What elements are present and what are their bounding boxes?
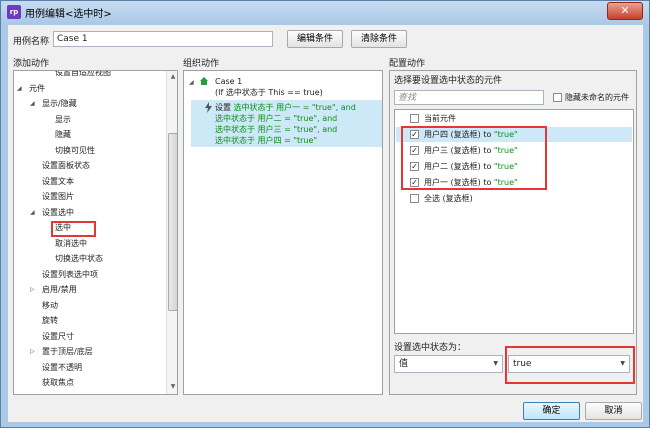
window-title: 用例编辑<选中时> [25, 9, 112, 20]
widget-checkbox[interactable] [410, 114, 419, 123]
value-type-value: 值 [399, 359, 409, 369]
case-condition: (If 选中状态于 This == true) [215, 88, 323, 97]
widget-label: 全选 (复选框) [424, 193, 473, 204]
organize-actions-header: 组织动作 [183, 59, 220, 69]
cancel-button[interactable]: 取消 [585, 402, 642, 420]
action-row[interactable]: 设置 选中状态于 用户一 = "true", and 选中状态于 用户二 = "… [191, 100, 382, 147]
add-action-item[interactable]: 获取焦点 [42, 377, 74, 388]
add-action-item[interactable]: 设置文本 [42, 176, 74, 187]
add-action-item[interactable]: 启用/禁用 [42, 284, 77, 295]
add-action-item[interactable]: 设置面板状态 [42, 160, 90, 171]
chevron-down-icon: ▼ [493, 360, 498, 367]
add-action-item[interactable]: 显示/隐藏 [42, 98, 77, 109]
add-action-item[interactable]: 显示 [55, 114, 71, 125]
add-action-item[interactable]: 置于顶层/底层 [42, 346, 93, 357]
set-state-label: 设置选中状态为： [394, 343, 467, 353]
add-actions-header: 添加动作 [13, 59, 50, 69]
widget-label: 当前元件 [424, 113, 456, 124]
lightning-icon [204, 102, 213, 113]
action-line: 选中状态于 用户二 = "true", and [215, 114, 338, 123]
tree-toggle-icon[interactable]: ◢ [30, 100, 35, 107]
add-action-item[interactable]: 设置自适应视图 [55, 71, 111, 78]
case-title[interactable]: Case 1 [215, 76, 242, 87]
search-input[interactable]: 查找 [394, 90, 544, 105]
add-action-item[interactable]: 切换选中状态 [55, 253, 103, 264]
scroll-thumb[interactable] [168, 133, 177, 311]
app-icon: rp [7, 5, 21, 19]
add-action-item[interactable]: 设置列表选中项 [42, 269, 98, 280]
add-action-item[interactable]: 元件 [29, 83, 45, 94]
widget-list: 当前元件 ✓ 用户四 (复选框) to "true" ✓ 用户三 (复选框) to "t… [394, 109, 634, 334]
case-expand-icon[interactable]: ◢ [189, 79, 194, 86]
add-action-item[interactable]: 设置尺寸 [42, 331, 74, 342]
add-action-item[interactable]: 旋转 [42, 315, 58, 326]
value-highlight [505, 346, 635, 384]
case-icon [199, 76, 209, 86]
add-action-item[interactable]: 设置选中 [42, 207, 74, 218]
add-action-item[interactable]: 取消选中 [55, 238, 87, 249]
organize-actions-tree: ◢ Case 1 (If 选中状态于 This == true) 设置 选中状态… [183, 70, 383, 395]
action-text-line-1: 设置 选中状态于 用户一 = "true", and [215, 102, 356, 113]
widget-name: 全选 (复选框) [424, 194, 473, 203]
selected-action-highlight [51, 221, 96, 237]
add-action-item[interactable]: 移动 [42, 300, 58, 311]
value-type-select[interactable]: 值 ▼ [394, 355, 503, 373]
tree-toggle-icon[interactable]: ◢ [30, 209, 35, 216]
add-action-item[interactable]: 隐藏 [55, 129, 71, 140]
tree-scrollbar[interactable]: ▲ ▼ [166, 71, 177, 394]
scroll-down-icon[interactable]: ▼ [167, 383, 177, 390]
add-actions-tree: 设置自适应视图 ◢ 元件 ◢ 显示/隐藏显示隐藏切换可见性设置面板状态 设置文本设置图片 ◢… [13, 70, 178, 395]
case-name-label: 用例名称 [13, 37, 50, 47]
dialog-body: 用例名称 Case 1 编辑条件 清除条件 添加动作 组织动作 配置动作 设置自… [8, 25, 643, 422]
close-button[interactable]: ✕ [607, 2, 643, 20]
tree-toggle-icon[interactable]: ◢ [17, 85, 22, 92]
action-line: 选中状态于 用户一 = "true", and [233, 103, 356, 112]
hide-unnamed-label: 隐藏未命名的元件 [565, 93, 629, 102]
add-action-item[interactable]: 设置图片 [42, 191, 74, 202]
checked-widgets-highlight [401, 126, 547, 190]
widget-checkbox[interactable] [410, 194, 419, 203]
tree-toggle-icon[interactable]: ▷ [30, 348, 35, 355]
ok-button[interactable]: 确定 [523, 402, 580, 420]
configure-actions-panel: 选择要设置选中状态的元件 查找 隐藏未命名的元件 当前元件 ✓ 用户四 (复选框) … [389, 70, 637, 395]
dialog-window: rp 用例编辑<选中时> ✕ 用例名称 Case 1 编辑条件 清除条件 添加动… [0, 0, 650, 428]
action-prefix: 设置 [215, 103, 231, 112]
add-action-item[interactable]: 切换可见性 [55, 145, 95, 156]
hide-unnamed-checkbox[interactable] [553, 93, 562, 102]
configure-actions-header: 配置动作 [389, 59, 426, 69]
case-name-input[interactable]: Case 1 [53, 31, 273, 47]
title-bar[interactable]: rp 用例编辑<选中时> ✕ [1, 1, 649, 23]
action-line: 选中状态于 用户三 = "true", and [215, 125, 338, 134]
scroll-up-icon[interactable]: ▲ [167, 73, 177, 80]
edit-condition-button[interactable]: 编辑条件 [287, 30, 343, 48]
add-action-item[interactable]: 设置不透明 [42, 362, 82, 373]
clear-condition-button[interactable]: 清除条件 [351, 30, 407, 48]
widget-name: 当前元件 [424, 114, 456, 123]
action-line: 选中状态于 用户四 = "true" [215, 136, 318, 145]
configure-subheader: 选择要设置选中状态的元件 [394, 76, 503, 86]
tree-toggle-icon[interactable]: ▷ [30, 286, 35, 293]
